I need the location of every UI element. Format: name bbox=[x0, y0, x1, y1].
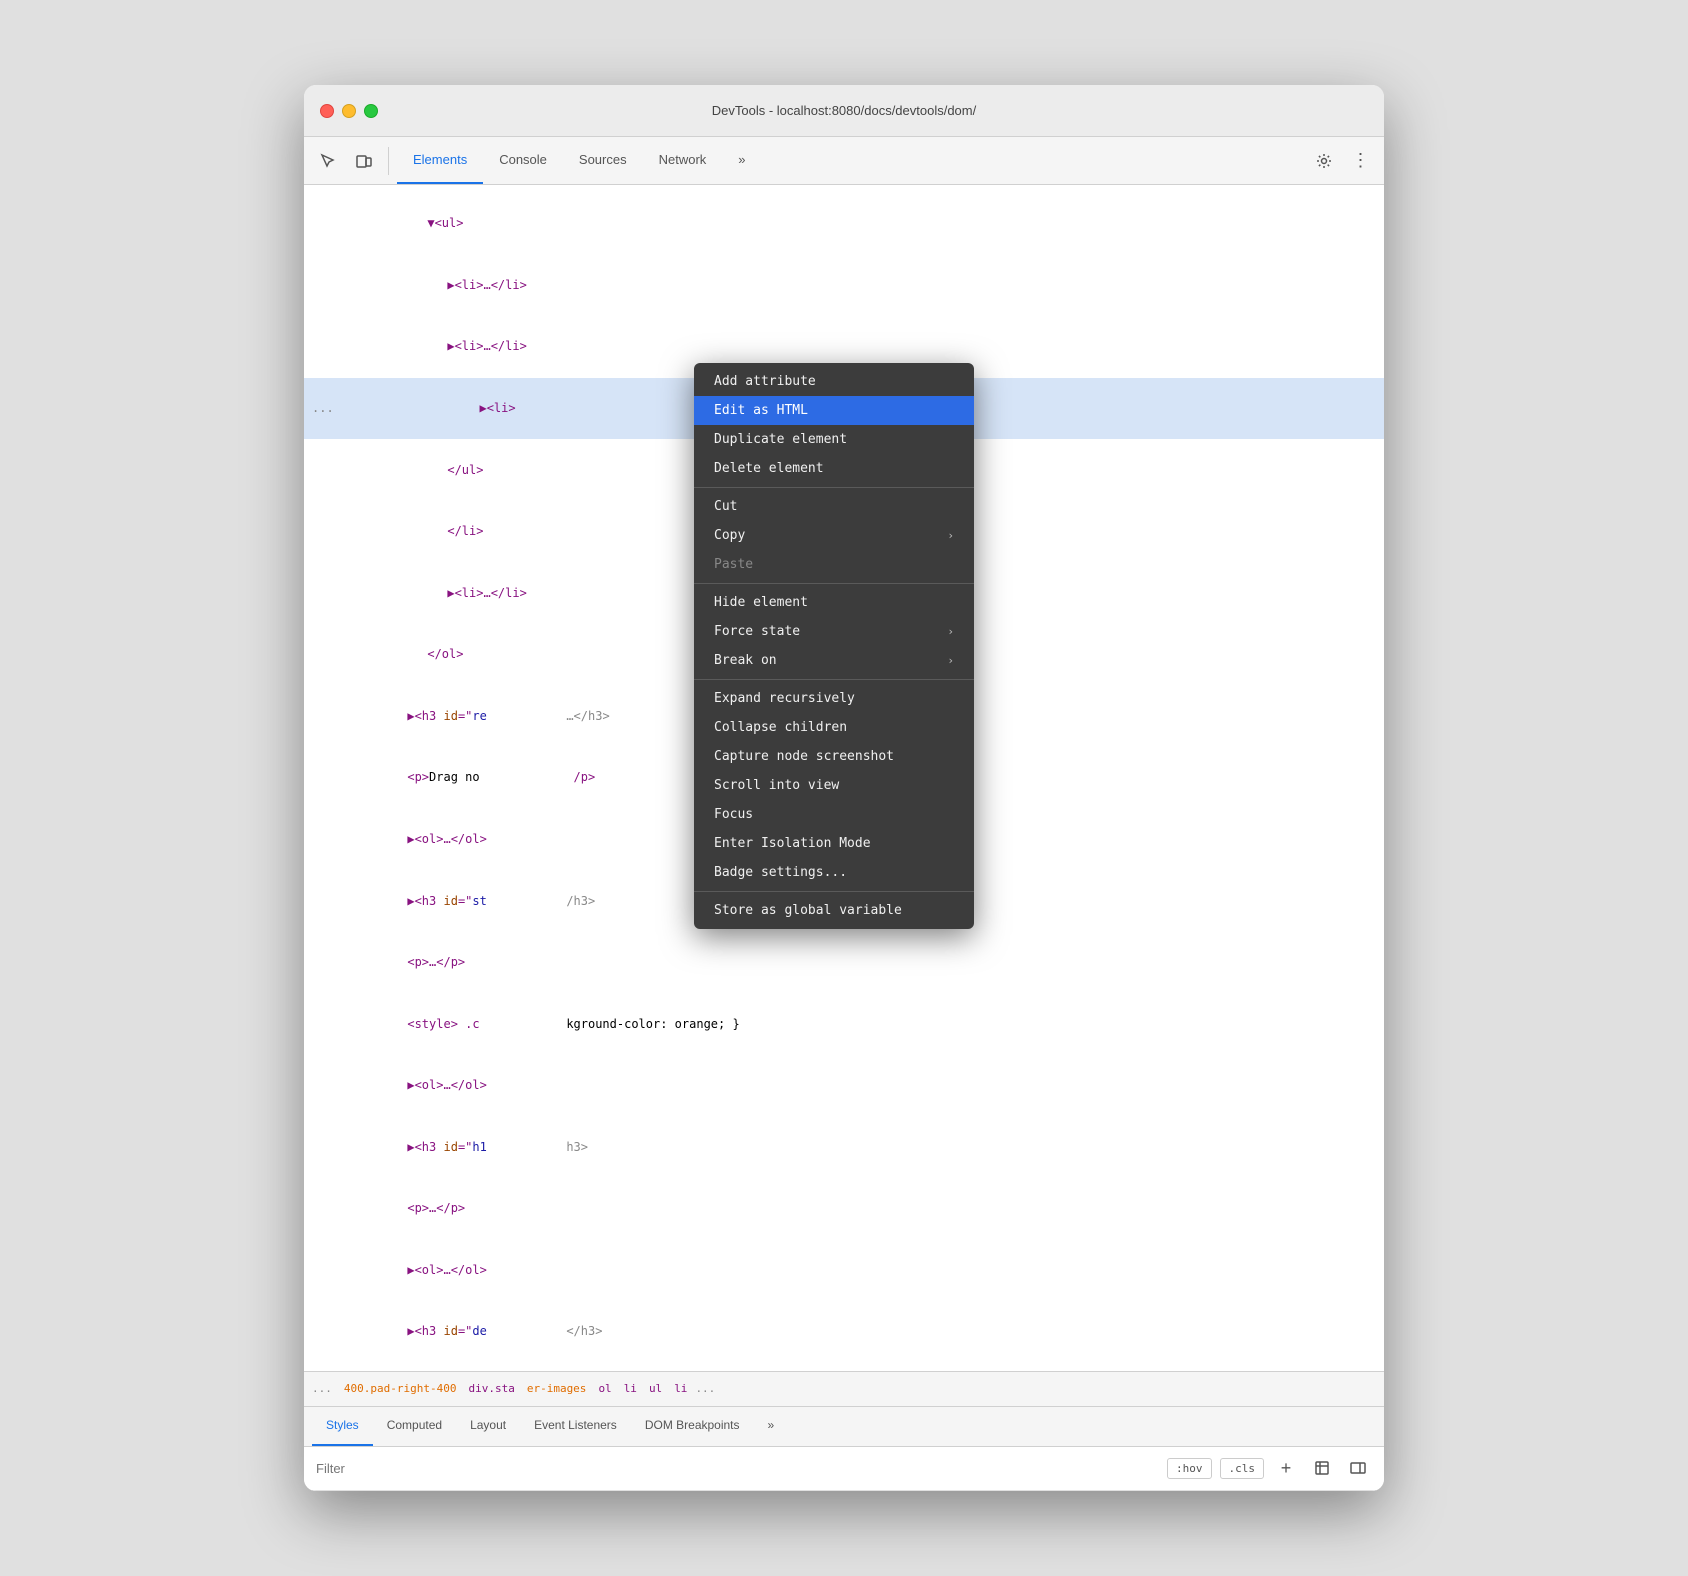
breadcrumb-item-erimages[interactable]: er-images bbox=[523, 1380, 591, 1397]
toolbar: Elements Console Sources Network » bbox=[304, 137, 1384, 185]
window-title: DevTools - localhost:8080/docs/devtools/… bbox=[712, 103, 976, 118]
tab-network[interactable]: Network bbox=[643, 137, 723, 184]
menu-item-scroll-into-view[interactable]: Scroll into view bbox=[694, 771, 974, 800]
break-on-arrow-icon: › bbox=[947, 654, 954, 667]
menu-item-badge-settings[interactable]: Badge settings... bbox=[694, 858, 974, 887]
menu-item-paste: Paste bbox=[694, 550, 974, 579]
breadcrumb-item-li1[interactable]: li bbox=[620, 1380, 641, 1397]
add-style-rule-button[interactable]: + bbox=[1272, 1454, 1300, 1482]
dom-line[interactable]: <p>…</p> bbox=[304, 932, 1384, 994]
menu-item-expand-recursively[interactable]: Expand recursively bbox=[694, 684, 974, 713]
menu-separator bbox=[694, 583, 974, 584]
panel-tab-more[interactable]: » bbox=[754, 1407, 789, 1446]
menu-item-focus[interactable]: Focus bbox=[694, 800, 974, 829]
menu-item-edit-as-html[interactable]: Edit as HTML bbox=[694, 396, 974, 425]
breadcrumb-dots[interactable]: ... bbox=[312, 1382, 332, 1395]
breadcrumb-item-ul[interactable]: ul bbox=[645, 1380, 666, 1397]
menu-item-collapse-children[interactable]: Collapse children bbox=[694, 713, 974, 742]
menu-item-add-attribute[interactable]: Add attribute bbox=[694, 367, 974, 396]
menu-item-cut[interactable]: Cut bbox=[694, 492, 974, 521]
menu-separator bbox=[694, 487, 974, 488]
filter-bar: :hov .cls + bbox=[304, 1447, 1384, 1491]
dom-line[interactable]: ▶<h3 id="de </h3> bbox=[304, 1301, 1384, 1363]
breadcrumb-item-li2[interactable]: li bbox=[670, 1380, 691, 1397]
dom-tree: ▼<ul> ▶<li>…</li> ▶<li>…</li> ... ▶<li> … bbox=[304, 185, 1384, 1371]
settings-button[interactable] bbox=[1308, 145, 1340, 177]
tab-more[interactable]: » bbox=[722, 137, 761, 184]
close-button[interactable] bbox=[320, 104, 334, 118]
panel-tab-layout[interactable]: Layout bbox=[456, 1407, 520, 1446]
toolbar-separator bbox=[388, 147, 389, 175]
panel-tab-event-listeners[interactable]: Event Listeners bbox=[520, 1407, 631, 1446]
titlebar: DevTools - localhost:8080/docs/devtools/… bbox=[304, 85, 1384, 137]
menu-item-enter-isolation-mode[interactable]: Enter Isolation Mode bbox=[694, 829, 974, 858]
toolbar-tabs: Elements Console Sources Network » bbox=[397, 137, 1304, 184]
menu-item-hide-element[interactable]: Hide element bbox=[694, 588, 974, 617]
menu-separator bbox=[694, 679, 974, 680]
panel-tabs: Styles Computed Layout Event Listeners D… bbox=[304, 1407, 1384, 1447]
panel-tab-styles[interactable]: Styles bbox=[312, 1407, 373, 1446]
menu-item-delete-element[interactable]: Delete element bbox=[694, 454, 974, 483]
minimize-button[interactable] bbox=[342, 104, 356, 118]
dom-line[interactable]: ▼<ul> bbox=[304, 193, 1384, 255]
breadcrumb-end-dots[interactable]: ... bbox=[695, 1382, 715, 1395]
menu-item-break-on[interactable]: Break on › bbox=[694, 646, 974, 675]
copy-arrow-icon: › bbox=[947, 529, 954, 542]
panel-tab-dom-breakpoints[interactable]: DOM Breakpoints bbox=[631, 1407, 754, 1446]
hov-button[interactable]: :hov bbox=[1167, 1458, 1212, 1479]
force-state-arrow-icon: › bbox=[947, 625, 954, 638]
inspect-styles-button[interactable] bbox=[1308, 1454, 1336, 1482]
maximize-button[interactable] bbox=[364, 104, 378, 118]
menu-item-copy[interactable]: Copy › bbox=[694, 521, 974, 550]
traffic-lights bbox=[320, 104, 378, 118]
dom-line[interactable]: <p>…</p> bbox=[304, 1178, 1384, 1240]
panel-tab-computed[interactable]: Computed bbox=[373, 1407, 456, 1446]
menu-item-store-as-global-variable[interactable]: Store as global variable bbox=[694, 896, 974, 925]
menu-item-capture-node-screenshot[interactable]: Capture node screenshot bbox=[694, 742, 974, 771]
tab-elements[interactable]: Elements bbox=[397, 137, 483, 184]
context-menu: Add attribute Edit as HTML Duplicate ele… bbox=[694, 363, 974, 929]
device-toolbar-button[interactable] bbox=[348, 145, 380, 177]
breadcrumb-bar: ... 400.pad-right-400 div.sta er-images … bbox=[304, 1371, 1384, 1407]
cls-button[interactable]: .cls bbox=[1220, 1458, 1265, 1479]
toggle-sidebar-button[interactable] bbox=[1344, 1454, 1372, 1482]
toolbar-right: ⋮ bbox=[1308, 145, 1376, 177]
dom-line[interactable]: ▶<ol>…</ol> bbox=[304, 1055, 1384, 1117]
more-options-button[interactable]: ⋮ bbox=[1344, 145, 1376, 177]
breadcrumb-item-400[interactable]: 400.pad-right-400 bbox=[340, 1380, 461, 1397]
breadcrumb-item-ol[interactable]: ol bbox=[594, 1380, 615, 1397]
tab-sources[interactable]: Sources bbox=[563, 137, 643, 184]
filter-input[interactable] bbox=[316, 1461, 1159, 1476]
dom-line[interactable]: ▶<ol>…</ol> bbox=[304, 1240, 1384, 1302]
dom-line[interactable]: ▶<h3 id="h1 h3> bbox=[304, 1117, 1384, 1179]
tab-console[interactable]: Console bbox=[483, 137, 563, 184]
menu-item-force-state[interactable]: Force state › bbox=[694, 617, 974, 646]
inspect-element-button[interactable] bbox=[312, 145, 344, 177]
dom-line[interactable]: <style> .c kground-color: orange; } bbox=[304, 993, 1384, 1055]
menu-item-duplicate-element[interactable]: Duplicate element bbox=[694, 425, 974, 454]
menu-separator bbox=[694, 891, 974, 892]
devtools-window: DevTools - localhost:8080/docs/devtools/… bbox=[304, 85, 1384, 1491]
breadcrumb-item-divsta[interactable]: div.sta bbox=[464, 1380, 518, 1397]
dom-line[interactable]: ▶<li>…</li> bbox=[304, 255, 1384, 317]
